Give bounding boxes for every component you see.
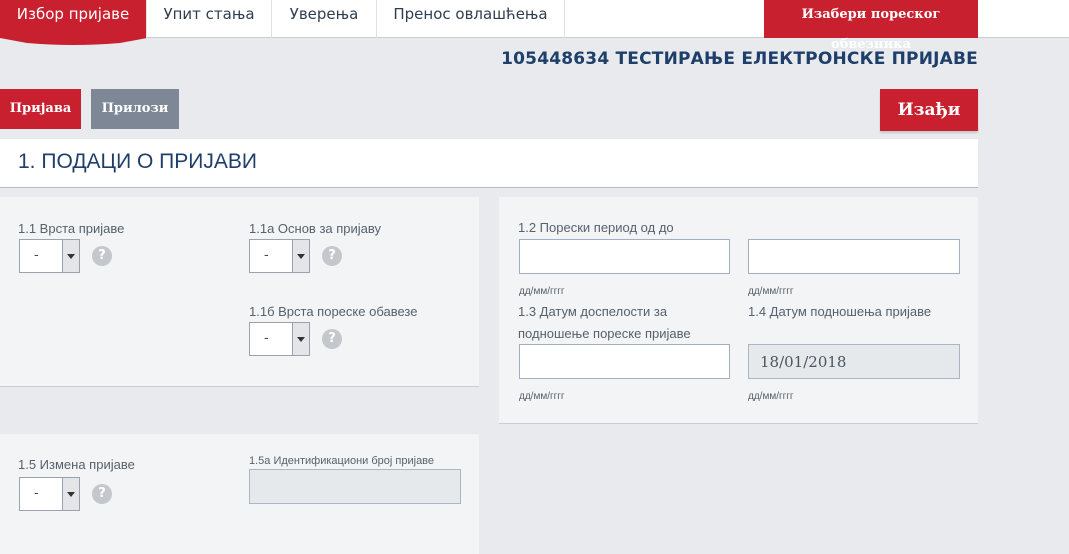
field-1-1-label: 1.1 Врста пријаве: [18, 221, 125, 236]
form-panel-amendment: 1.5 Измена пријаве - ? 1.5а Идентификаци…: [0, 434, 479, 554]
tax-period-from-input[interactable]: [519, 239, 730, 274]
field-1-3-label-line1: 1.3 Датум доспелости за: [518, 304, 668, 319]
section-header: 1. ПОДАЦИ О ПРИЈАВИ: [0, 139, 978, 188]
tax-period-to-input[interactable]: [748, 239, 960, 274]
form-panel-dates: 1.2 Порески период од до дд/мм/гггг дд/м…: [499, 197, 978, 424]
report-basis-select[interactable]: -: [249, 239, 310, 273]
date-format-hint: дд/мм/гггг: [748, 286, 794, 297]
field-1-2-label: 1.2 Порески период од до: [518, 220, 674, 235]
prijava-button[interactable]: Пријава: [0, 89, 81, 129]
active-tab-indicator: [0, 38, 147, 45]
chevron-down-icon: [62, 478, 79, 510]
section-title: 1. ПОДАЦИ О ПРИЈАВИ: [18, 150, 257, 173]
tax-obligation-type-select[interactable]: -: [249, 322, 310, 356]
chevron-down-icon: [292, 240, 309, 272]
due-date-input[interactable]: [519, 344, 730, 379]
help-icon[interactable]: ?: [92, 484, 112, 504]
chevron-down-icon: [62, 240, 79, 272]
report-type-select[interactable]: -: [19, 239, 80, 273]
top-navigation: Избор пријаве Упит стања Уверења Пренос …: [0, 0, 1069, 52]
field-1-1b-label: 1.1б Врста пореске обавезе: [249, 304, 418, 319]
page-title: 105448634 ТЕСТИРАЊЕ ЕЛЕКТРОНСКЕ ПРИЈАВЕ: [501, 49, 978, 69]
field-1-3-label-line2: подношење пореске пријаве: [518, 326, 691, 341]
select-value: -: [34, 486, 39, 501]
help-icon[interactable]: ?: [322, 329, 342, 349]
tab-upit-stanja[interactable]: Упит стања: [147, 0, 272, 38]
field-1-4-label: 1.4 Датум подношења пријаве: [748, 304, 932, 319]
submission-date-input: 18/01/2018: [748, 344, 960, 379]
form-panel-report-type: 1.1 Врста пријаве - ? 1.1а Основ за приј…: [0, 197, 479, 387]
date-format-hint: дд/мм/гггг: [519, 391, 565, 402]
input-value: 18/01/2018: [760, 353, 847, 371]
select-taxpayer-button[interactable]: Изабери пореског обвезника: [764, 0, 978, 52]
help-icon[interactable]: ?: [92, 246, 112, 266]
date-format-hint: дд/мм/гггг: [748, 391, 794, 402]
field-1-5a-label: 1.5а Идентификациони број пријаве: [249, 455, 435, 467]
tab-izbor-prijave[interactable]: Избор пријаве: [0, 0, 147, 38]
select-value: -: [264, 331, 269, 346]
tab-uverenja[interactable]: Уверења: [272, 0, 377, 38]
report-id-input: [249, 469, 461, 504]
date-format-hint: дд/мм/гггг: [519, 286, 565, 297]
amendment-select[interactable]: -: [19, 477, 80, 511]
prilozi-button[interactable]: Прилози: [91, 89, 179, 129]
help-icon[interactable]: ?: [322, 246, 342, 266]
select-value: -: [34, 248, 39, 263]
field-1-1a-label: 1.1а Основ за пријаву: [249, 221, 382, 236]
tab-prenos-ovlascenja[interactable]: Пренос овлашћења: [377, 0, 565, 38]
field-1-5-label: 1.5 Измена пријаве: [18, 457, 135, 472]
exit-button[interactable]: Изађи: [880, 89, 978, 131]
chevron-down-icon: [292, 323, 309, 355]
select-value: -: [264, 248, 269, 263]
